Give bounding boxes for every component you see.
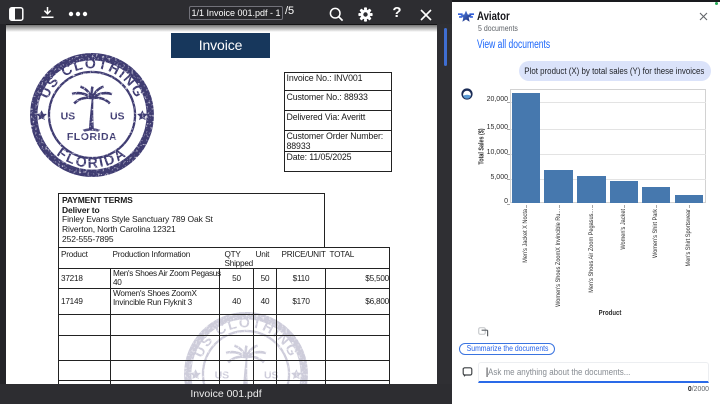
svg-text:FLORIDA: FLORIDA — [67, 131, 117, 143]
svg-text:US: US — [61, 111, 75, 123]
svg-text:US: US — [110, 111, 124, 123]
svg-text:?: ? — [392, 4, 401, 21]
